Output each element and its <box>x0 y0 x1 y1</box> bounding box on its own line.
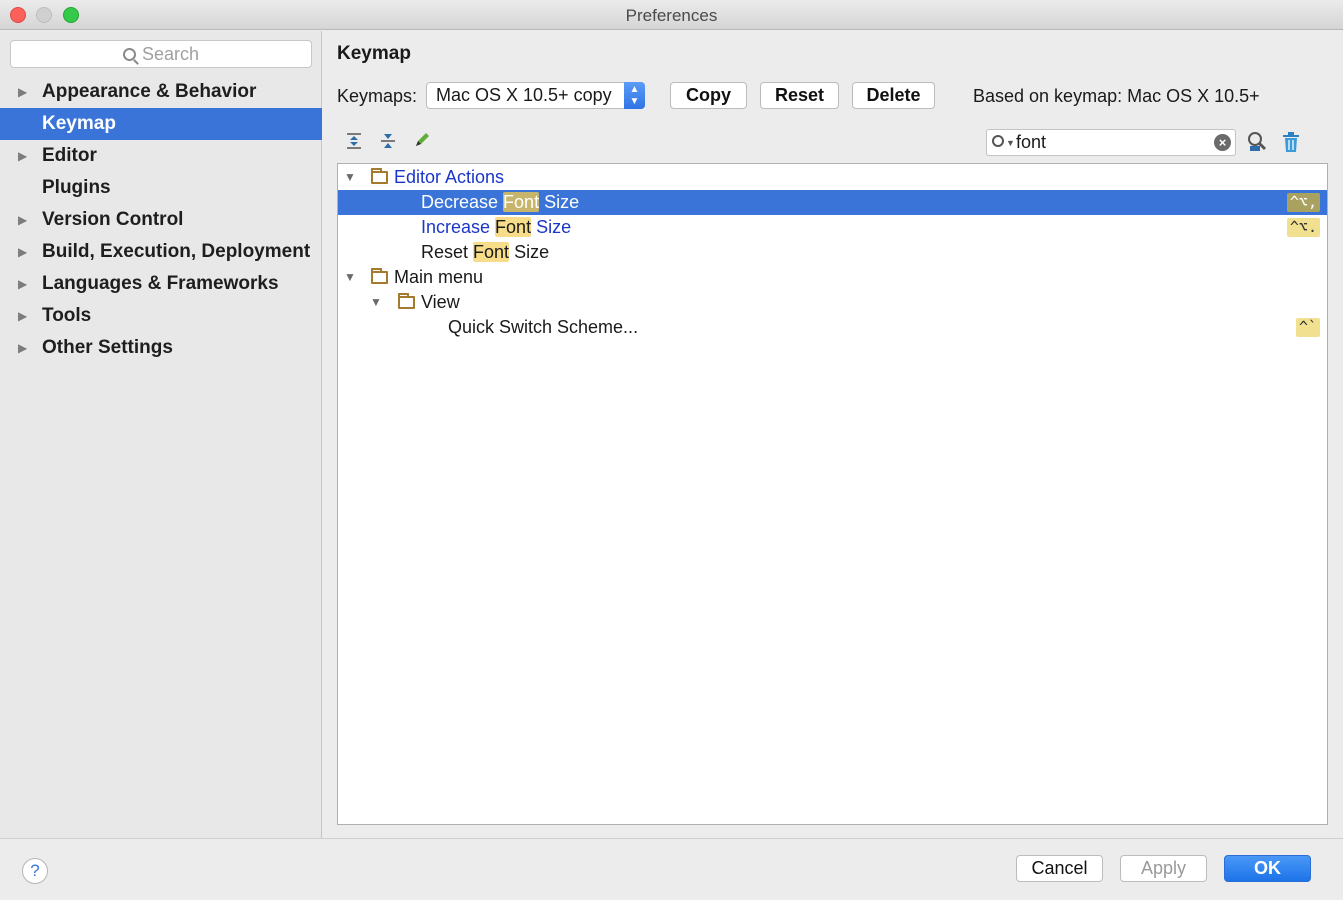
sidebar-item-keymap[interactable]: Keymap <box>0 108 322 140</box>
based-on-keymap-text: Based on keymap: Mac OS X 10.5+ <box>973 86 1260 106</box>
tree-label: Main menu <box>394 267 484 287</box>
edit-pencil-icon[interactable] <box>411 131 433 153</box>
sidebar-item-languages-frameworks[interactable]: ▶ Languages & Frameworks <box>0 268 322 300</box>
tree-row-editor-actions[interactable]: ▼ Editor Actions <box>338 165 1327 190</box>
tree-row-quick-switch-scheme[interactable]: Quick Switch Scheme... ^` <box>338 315 1327 340</box>
title-bar[interactable]: Preferences <box>0 0 1343 30</box>
sidebar-item-label: Plugins <box>42 177 111 198</box>
apply-button[interactable]: Apply <box>1120 855 1207 882</box>
expand-arrow-icon[interactable]: ▶ <box>18 268 27 300</box>
shortcut-badge: ^⌥, <box>1286 193 1320 212</box>
folder-icon <box>371 168 388 184</box>
sidebar-item-appearance-behavior[interactable]: ▶ Appearance & Behavior <box>0 76 322 108</box>
tree-label: Reset Font Size <box>421 240 549 265</box>
sidebar-item-label: Version Control <box>42 209 184 230</box>
sidebar-item-label: Appearance & Behavior <box>42 81 257 102</box>
help-button[interactable]: ? <box>22 858 48 884</box>
tree-row-view[interactable]: ▼ View <box>338 290 1327 315</box>
sidebar-item-other-settings[interactable]: ▶ Other Settings <box>0 332 322 364</box>
filter-value: font <box>1016 132 1047 152</box>
search-placeholder: Search <box>141 44 200 64</box>
sidebar-item-label: Languages & Frameworks <box>42 273 279 294</box>
tree-label: View <box>421 292 460 312</box>
keymap-select[interactable]: Mac OS X 10.5+ copy ▲ ▼ <box>426 82 645 109</box>
shortcut-badge: ^` <box>1295 318 1320 337</box>
sidebar-item-build-execution-deployment[interactable]: ▶ Build, Execution, Deployment <box>0 236 322 268</box>
label-text: Size <box>531 217 572 237</box>
expand-arrow-icon[interactable]: ▶ <box>18 300 27 332</box>
sidebar-item-label: Editor <box>42 145 97 166</box>
label-text: Size <box>509 242 550 262</box>
search-match-highlight: Font <box>503 192 540 212</box>
tree-row-increase-font-size[interactable]: Increase Font Size ^⌥. <box>338 215 1327 240</box>
sidebar-item-label: Tools <box>42 305 92 326</box>
sidebar-item-label: Other Settings <box>42 337 173 358</box>
window-title: Preferences <box>625 6 718 25</box>
tree-row-decrease-font-size[interactable]: Decrease Font Size ^⌥, <box>338 190 1327 215</box>
menu-folder-icon <box>371 268 388 284</box>
keymap-panel: Keymap Keymaps: Mac OS X 10.5+ copy ▲ ▼ C… <box>323 31 1343 838</box>
collapse-all-icon[interactable] <box>377 131 399 153</box>
label-text: Size <box>539 192 580 212</box>
expand-all-icon[interactable] <box>343 131 365 153</box>
expand-arrow-icon[interactable]: ▶ <box>18 76 27 108</box>
collapse-arrow-icon[interactable]: ▼ <box>370 290 382 315</box>
keymap-actions-tree[interactable]: ▼ Editor Actions Decrease Font Size ^⌥, … <box>337 163 1328 825</box>
search-icon <box>992 135 1004 147</box>
page-title: Keymap <box>337 43 411 64</box>
expand-arrow-icon[interactable]: ▶ <box>18 140 27 172</box>
tree-label: Editor Actions <box>394 167 505 187</box>
expand-arrow-icon[interactable]: ▶ <box>18 204 27 236</box>
sidebar-item-label: Build, Execution, Deployment <box>42 241 311 262</box>
sidebar-item-plugins[interactable]: Plugins <box>0 172 322 204</box>
sidebar-item-version-control[interactable]: ▶ Version Control <box>0 204 322 236</box>
label-text: Reset <box>421 242 474 262</box>
tree-label: Increase Font Size <box>421 215 571 240</box>
sidebar-item-tools[interactable]: ▶ Tools <box>0 300 322 332</box>
expand-arrow-icon[interactable]: ▶ <box>18 236 27 268</box>
reset-button[interactable]: Reset <box>760 82 839 109</box>
keymaps-label: Keymaps: <box>337 86 418 106</box>
label-text: Decrease <box>421 192 504 212</box>
keymap-selected-value: Mac OS X 10.5+ copy <box>436 85 612 105</box>
dropdown-stepper-icon[interactable]: ▲ ▼ <box>624 82 645 109</box>
tree-label: Quick Switch Scheme... <box>448 317 639 337</box>
collapse-arrow-icon[interactable]: ▼ <box>344 265 356 290</box>
cancel-button[interactable]: Cancel <box>1016 855 1103 882</box>
sidebar-item-label: Keymap <box>42 113 116 134</box>
copy-button[interactable]: Copy <box>670 82 747 109</box>
keymap-filter-input[interactable]: ▼ font × <box>986 129 1236 156</box>
ok-button[interactable]: OK <box>1224 855 1311 882</box>
find-shortcut-icon[interactable] <box>1246 131 1268 153</box>
settings-sidebar: Search ▶ Appearance & Behavior Keymap ▶ … <box>0 31 322 838</box>
tree-row-reset-font-size[interactable]: Reset Font Size <box>338 240 1327 265</box>
folder-icon <box>398 293 415 309</box>
search-history-icon[interactable]: ▼ <box>1006 131 1015 156</box>
preferences-window: Preferences Search ▶ Appearance & Behavi… <box>0 0 1343 900</box>
collapse-arrow-icon[interactable]: ▼ <box>344 165 356 190</box>
delete-button[interactable]: Delete <box>852 82 935 109</box>
search-icon <box>122 48 136 61</box>
search-match-highlight: Font <box>495 217 532 237</box>
tree-label: Decrease Font Size <box>421 190 579 215</box>
label-text: Increase <box>421 217 496 237</box>
shortcut-badge: ^⌥. <box>1286 218 1320 237</box>
trash-icon[interactable] <box>1280 131 1302 153</box>
settings-search-input[interactable]: Search <box>10 40 312 68</box>
sidebar-item-editor[interactable]: ▶ Editor <box>0 140 322 172</box>
tree-row-main-menu[interactable]: ▼ Main menu <box>338 265 1327 290</box>
clear-filter-icon[interactable]: × <box>1214 134 1231 151</box>
search-match-highlight: Font <box>473 242 510 262</box>
dialog-footer: ? Cancel Apply OK <box>0 838 1343 900</box>
expand-arrow-icon[interactable]: ▶ <box>18 332 27 364</box>
